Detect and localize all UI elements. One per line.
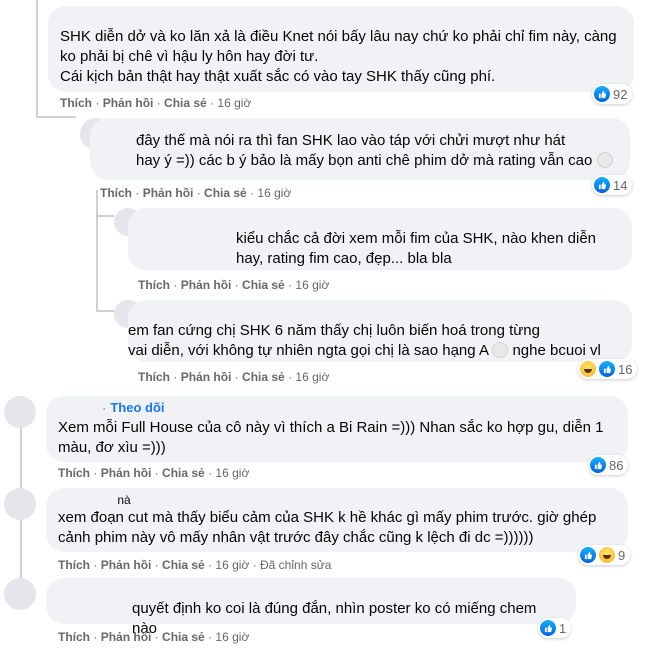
like-link[interactable]: Thích xyxy=(58,630,90,644)
comment-text: em fan cứng chị SHK 6 năm thấy chị luôn … xyxy=(128,322,601,359)
neutral-face-icon xyxy=(596,152,613,168)
author-name[interactable] xyxy=(58,490,114,510)
thread-line xyxy=(96,310,114,312)
like-icon xyxy=(599,361,615,377)
neutral-face-icon xyxy=(492,342,509,358)
comment-bubble: em fan cứng chị SHK 6 năm thấy chị luôn … xyxy=(128,300,632,362)
comment-text: đây thế mà nói ra thì fan SHK lao vào tá… xyxy=(136,131,618,171)
share-link[interactable]: Chia sẻ xyxy=(162,630,205,644)
like-icon xyxy=(590,457,606,473)
avatar[interactable] xyxy=(4,488,36,520)
reaction-count: 92 xyxy=(613,86,628,102)
edited-label[interactable]: Đã chỉnh sửa xyxy=(260,558,331,572)
thread-line xyxy=(96,215,114,217)
reaction-summary[interactable]: 16 xyxy=(578,359,638,379)
share-link[interactable]: Chia sẻ xyxy=(162,466,205,480)
comment-author-row: · Theo dõi xyxy=(58,398,616,418)
reply-link[interactable]: Phản hồi xyxy=(181,370,232,384)
comment-author-row: nà xyxy=(58,490,616,508)
like-icon xyxy=(594,86,610,102)
thread-line xyxy=(36,0,38,118)
share-link[interactable]: Chia sẻ xyxy=(242,370,285,384)
comment-time[interactable]: 16 giờ xyxy=(215,630,249,644)
haha-icon xyxy=(580,361,596,377)
author-name[interactable] xyxy=(58,398,98,418)
comment-time[interactable]: 16 giờ xyxy=(257,186,291,200)
follow-link[interactable]: Theo dõi xyxy=(110,400,164,415)
reaction-summary[interactable]: 14 xyxy=(592,175,633,195)
like-link[interactable]: Thích xyxy=(138,278,170,292)
comment-text: Xem mỗi Full House của cô này vì thích a… xyxy=(58,419,604,456)
comment-bubble: đây thế mà nói ra thì fan SHK lao vào tá… xyxy=(90,118,630,180)
reply-link[interactable]: Phản hồi xyxy=(181,278,232,292)
comment-actions: Thích · Phản hồi · Chia sẻ · 16 giờ xyxy=(138,278,330,292)
thread-line xyxy=(36,116,76,118)
avatar[interactable] xyxy=(4,396,36,428)
reaction-summary[interactable]: 9 xyxy=(578,545,631,565)
comment-text: kiểu chắc cả đời xem mỗi fim của SHK, nà… xyxy=(236,230,597,267)
comment-actions: Thích · Phản hồi · Chia sẻ · 16 giờ xyxy=(100,186,292,200)
reply-link[interactable]: Phản hồi xyxy=(103,96,154,110)
thread-line xyxy=(96,190,98,312)
share-link[interactable]: Chia sẻ xyxy=(164,96,207,110)
comment-actions: Thích · Phản hồi · Chia sẻ · 16 giờ xyxy=(138,370,330,384)
reply-link[interactable]: Phản hồi xyxy=(101,630,152,644)
comment-actions: Thích · Phản hồi · Chia sẻ · 16 giờ · Đã… xyxy=(58,558,332,572)
share-link[interactable]: Chia sẻ xyxy=(242,278,285,292)
comment-bubble: · Theo dõi Xem mỗi Full House của cô này… xyxy=(46,396,628,462)
like-link[interactable]: Thích xyxy=(58,466,90,480)
like-icon xyxy=(540,620,556,636)
comment-text: xem đoạn cut mà thấy biểu cảm của SHK k … xyxy=(58,509,597,546)
reaction-summary[interactable]: 86 xyxy=(588,455,629,475)
share-link[interactable]: Chia sẻ xyxy=(162,558,205,572)
like-link[interactable]: Thích xyxy=(138,370,170,384)
like-icon xyxy=(580,547,596,563)
reaction-count: 9 xyxy=(618,547,626,563)
comment-actions: Thích · Phản hồi · Chia sẻ · 16 giờ xyxy=(58,466,250,480)
like-link[interactable]: Thích xyxy=(58,558,90,572)
comment-bubble: kiểu chắc cả đời xem mỗi fim của SHK, nà… xyxy=(128,208,632,270)
comment-bubble: nà xem đoạn cut mà thấy biểu cảm của SHK… xyxy=(46,488,628,552)
reaction-count: 1 xyxy=(559,620,567,636)
reply-link[interactable]: Phản hồi xyxy=(101,558,152,572)
comment-time[interactable]: 16 giờ xyxy=(217,96,251,110)
reaction-count: 14 xyxy=(613,177,628,193)
like-icon xyxy=(594,177,610,193)
comment-actions: Thích · Phản hồi · Chia sẻ · 16 giờ xyxy=(60,96,252,110)
reaction-summary[interactable]: 92 xyxy=(592,84,633,104)
comment-actions: Thích · Phản hồi · Chia sẻ · 16 giờ xyxy=(58,630,250,644)
avatar[interactable] xyxy=(4,578,36,610)
share-link[interactable]: Chia sẻ xyxy=(204,186,247,200)
reaction-count: 86 xyxy=(609,457,624,473)
like-link[interactable]: Thích xyxy=(60,96,92,110)
reply-link[interactable]: Phản hồi xyxy=(101,466,152,480)
reply-link[interactable]: Phản hồi xyxy=(143,186,194,200)
haha-icon xyxy=(599,547,615,563)
like-link[interactable]: Thích xyxy=(100,186,132,200)
comment-time[interactable]: 16 giờ xyxy=(215,466,249,480)
reaction-summary[interactable]: 1 xyxy=(538,618,572,638)
comment-bubble: quyết định ko coi là đúng đắn, nhìn post… xyxy=(46,578,576,637)
comment-time[interactable]: 16 giờ xyxy=(215,558,249,572)
reaction-count: 16 xyxy=(618,361,633,377)
comment-time[interactable]: 16 giờ xyxy=(295,278,329,292)
comment-bubble: SHK diễn dở và ko lăn xả là điều Knet nó… xyxy=(48,6,634,92)
comment-time[interactable]: 16 giờ xyxy=(295,370,329,384)
comment-text: SHK diễn dở và ko lăn xả là điều Knet nó… xyxy=(60,28,617,85)
